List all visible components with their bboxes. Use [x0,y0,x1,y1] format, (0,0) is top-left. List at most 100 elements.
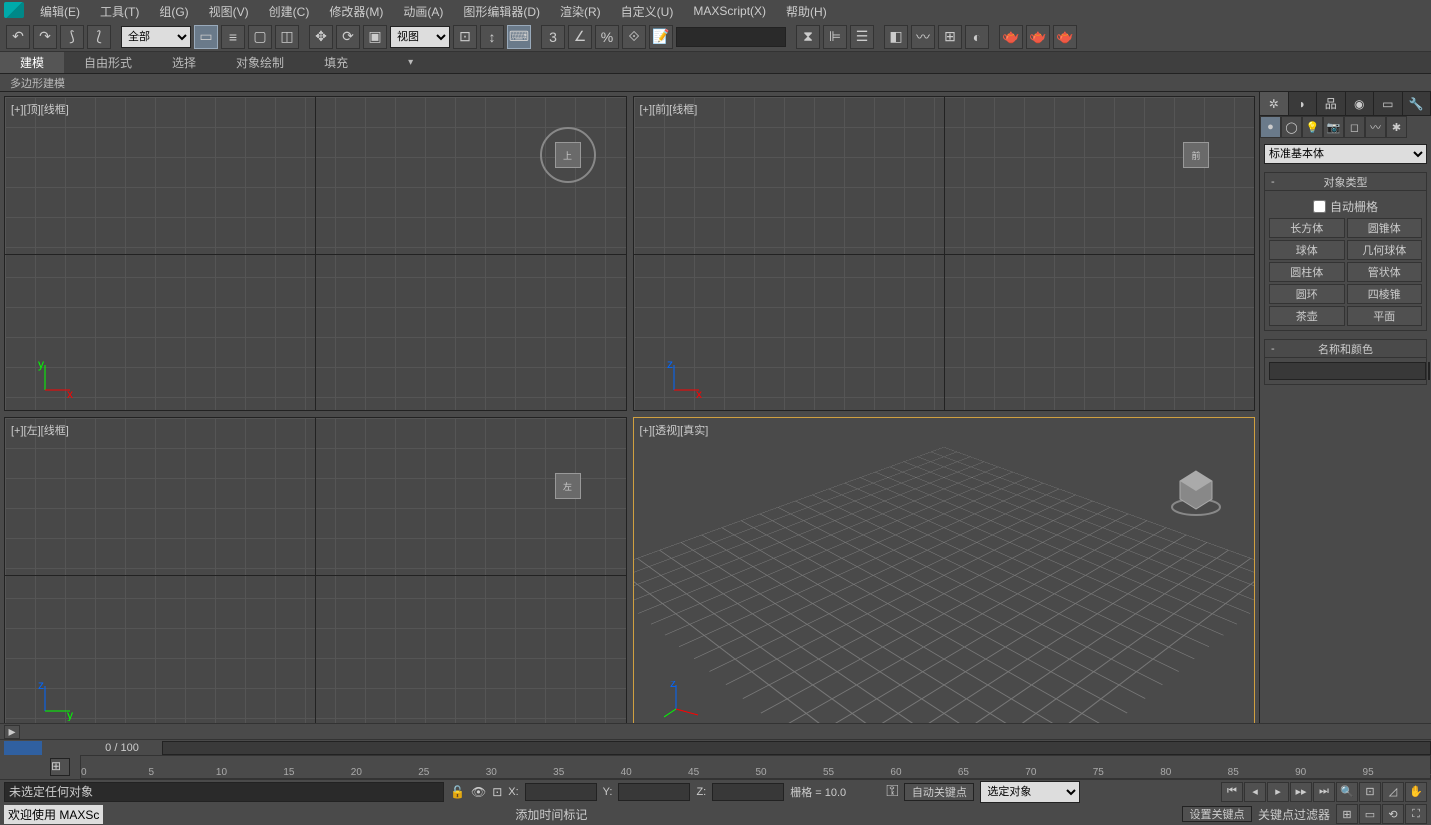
shapes-subtab[interactable]: ◯ [1281,116,1302,138]
nav-zoom-extents-button[interactable]: ⊞ [1336,804,1358,824]
x-coord-input[interactable] [525,783,597,801]
motion-tab[interactable]: ◉ [1346,92,1375,115]
key-filters-label[interactable]: 关键点过滤器 [1258,806,1330,823]
layers-button[interactable]: ☰ [850,25,874,49]
move-button[interactable]: ✥ [309,25,333,49]
select-manipulate-button[interactable]: ↕ [480,25,504,49]
lock-icon[interactable]: 🔓 [450,785,465,799]
ribbon-tab-selection[interactable]: 选择 [152,52,216,73]
material-editor-button[interactable]: ◐ [965,25,989,49]
object-color-swatch[interactable] [1428,362,1430,380]
percent-snap-button[interactable]: % [595,25,619,49]
display-tab[interactable]: ▭ [1374,92,1403,115]
keyboard-shortcut-button[interactable]: ⌨ [507,25,531,49]
lights-subtab[interactable]: 💡 [1302,116,1323,138]
sphere-button[interactable]: 球体 [1269,240,1345,260]
select-by-name-button[interactable]: ≡ [221,25,245,49]
menu-help[interactable]: 帮助(H) [776,1,837,22]
viewport-label-left[interactable]: [+][左][线框] [11,422,69,438]
ribbon-tab-populate[interactable]: 填充 [304,52,368,73]
rollout-object-type[interactable]: 对象类型 [1265,173,1426,191]
autokey-button[interactable]: 自动关键点 [904,783,974,801]
timeline-config-button[interactable]: ⊞ [50,758,70,776]
viewport-perspective[interactable]: [+][透视][真实] z [633,417,1256,732]
menu-tools[interactable]: 工具(T) [90,1,149,22]
z-coord-input[interactable] [712,783,784,801]
cone-button[interactable]: 圆锥体 [1347,218,1423,238]
hierarchy-tab[interactable]: 品 [1317,92,1346,115]
menu-group[interactable]: 组(G) [149,1,198,22]
goto-end-button[interactable]: ⏭ [1313,782,1335,802]
undo-button[interactable]: ↶ [6,25,30,49]
geometry-subtab[interactable]: ● [1260,116,1281,138]
scale-button[interactable]: ▣ [363,25,387,49]
viewcube-left[interactable]: 左 [540,458,596,514]
viewport-label-persp[interactable]: [+][透视][真实] [640,422,709,438]
add-time-tag[interactable]: 添加时间标记 [515,806,587,823]
autogrid-checkbox[interactable] [1313,200,1326,213]
redo-button[interactable]: ↷ [33,25,57,49]
viewcube-top[interactable]: 上 [540,127,596,183]
render-setup-button[interactable]: 🫖 [999,25,1023,49]
schematic-button[interactable]: ⊞ [938,25,962,49]
timeline-scrollbar[interactable] [162,741,1431,755]
ribbon-tab-objpaint[interactable]: 对象绘制 [216,52,304,73]
geosphere-button[interactable]: 几何球体 [1347,240,1423,260]
create-tab[interactable]: ✲ [1260,92,1289,115]
menu-animation[interactable]: 动画(A) [393,1,453,22]
render-frame-button[interactable]: 🫖 [1026,25,1050,49]
plane-button[interactable]: 平面 [1347,306,1423,326]
tube-button[interactable]: 管状体 [1347,262,1423,282]
nav-region-button[interactable]: ▭ [1359,804,1381,824]
select-object-button[interactable]: ▭ [194,25,218,49]
link-button[interactable]: ⟆ [60,25,84,49]
isolate-icon[interactable]: 👁 [471,785,486,799]
render-button[interactable]: 🫖 [1053,25,1077,49]
viewport-front[interactable]: [+][前][线框] 前 zx [633,96,1256,411]
rotate-button[interactable]: ⟳ [336,25,360,49]
viewport-label-front[interactable]: [+][前][线框] [640,101,698,117]
menu-customize[interactable]: 自定义(U) [611,1,684,22]
edit-named-sel-button[interactable]: 📝 [649,25,673,49]
prev-frame-button[interactable]: ◂ [1244,782,1266,802]
box-button[interactable]: 长方体 [1269,218,1345,238]
setkey-button[interactable]: 设置关键点 [1182,806,1252,822]
menu-maxscript[interactable]: MAXScript(X) [683,2,776,20]
viewcube-front[interactable]: 前 [1168,127,1224,183]
menu-grapheditors[interactable]: 图形编辑器(D) [453,1,550,22]
ribbon-expand-icon[interactable]: ▾ [388,55,433,70]
viewport-label-top[interactable]: [+][顶][线框] [11,101,69,117]
spinner-snap-button[interactable]: ⟐ [622,25,646,49]
cameras-subtab[interactable]: 📷 [1323,116,1344,138]
nav-maximize-button[interactable]: ⛶ [1405,804,1427,824]
rollout-name-color[interactable]: 名称和颜色 [1265,340,1426,358]
modify-tab[interactable]: ◗ [1289,92,1318,115]
nav-orbit-button[interactable]: ⟲ [1382,804,1404,824]
nav-pan-button[interactable]: ✋ [1405,782,1427,802]
key-icon[interactable]: ⚿ [886,783,898,801]
torus-button[interactable]: 圆环 [1269,284,1345,304]
window-crossing-button[interactable]: ◫ [275,25,299,49]
cylinder-button[interactable]: 圆柱体 [1269,262,1345,282]
play-button[interactable]: ▸ [1267,782,1289,802]
teapot-button[interactable]: 茶壶 [1269,306,1345,326]
ribbon-tab-freeform[interactable]: 自由形式 [64,52,152,73]
menu-modifiers[interactable]: 修改器(M) [319,1,393,22]
menu-view[interactable]: 视图(V) [199,1,259,22]
helpers-subtab[interactable]: ◻ [1344,116,1365,138]
unlink-button[interactable]: ⟅ [87,25,111,49]
menu-edit[interactable]: 编辑(E) [30,1,90,22]
timeline[interactable]: ⊞ 05101520253035404550556065707580859095… [0,755,1431,779]
ribbon-tab-modeling[interactable]: 建模 [0,52,64,73]
object-category-select[interactable]: 标准基本体 [1264,144,1427,164]
angle-snap-button[interactable]: ∠ [568,25,592,49]
select-region-button[interactable]: ▢ [248,25,272,49]
viewport-left[interactable]: [+][左][线框] 左 zy [4,417,627,732]
use-center-button[interactable]: ⊡ [453,25,477,49]
graphite-button[interactable]: ◧ [884,25,908,49]
mirror-button[interactable]: ⧗ [796,25,820,49]
viewport-layout-button[interactable] [4,741,42,755]
pyramid-button[interactable]: 四棱锥 [1347,284,1423,304]
timeline-expand-button[interactable]: ▸ [4,725,20,739]
ref-coord-system[interactable]: 视图 [390,26,450,48]
